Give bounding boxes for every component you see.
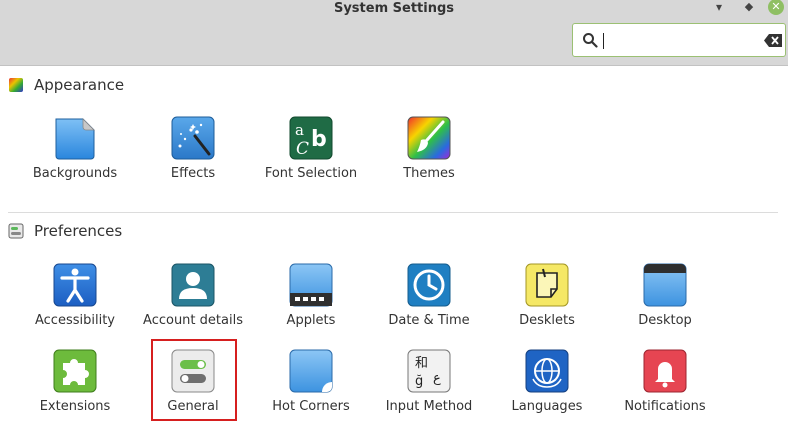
appearance-icon	[9, 78, 23, 92]
search-box[interactable]	[572, 23, 786, 57]
desklets-icon	[525, 263, 569, 307]
item-label: Extensions	[39, 399, 111, 414]
globe-icon	[525, 349, 569, 393]
svg-text:ğ: ğ	[415, 374, 423, 389]
item-label: Effects	[170, 166, 216, 181]
item-font-selection[interactable]: a C b Font Selection	[256, 116, 366, 196]
desktop-icon	[643, 263, 687, 307]
item-label: Hot Corners	[272, 399, 350, 414]
puzzle-icon	[53, 349, 97, 393]
item-notifications[interactable]: Notifications	[610, 349, 720, 429]
maximize-button[interactable]: ◆	[741, 0, 757, 16]
minimize-button[interactable]: ▾	[711, 0, 727, 16]
item-label: Desklets	[519, 313, 575, 328]
item-hot-corners[interactable]: Hot Corners	[256, 349, 366, 429]
svg-text:和: 和	[415, 356, 428, 371]
preferences-icon	[8, 223, 24, 239]
item-account-details[interactable]: Account details	[138, 263, 248, 343]
svg-text:ع: ع	[433, 371, 441, 386]
item-applets[interactable]: Applets	[256, 263, 366, 343]
item-label: Date & Time	[388, 313, 470, 328]
item-accessibility[interactable]: Accessibility	[20, 263, 130, 343]
item-themes[interactable]: Themes	[374, 116, 484, 196]
clear-search-icon[interactable]	[764, 34, 782, 47]
themes-icon	[407, 116, 451, 160]
font-selection-icon: a C b	[289, 116, 333, 160]
bell-icon	[643, 349, 687, 393]
item-label: Account details	[143, 313, 243, 328]
svg-text:b: b	[311, 127, 327, 152]
applets-icon	[289, 263, 333, 307]
effects-icon	[171, 116, 215, 160]
input-method-icon: 和 ğ ع	[407, 349, 451, 393]
item-desklets[interactable]: Desklets	[492, 263, 602, 343]
item-label: Desktop	[638, 313, 692, 328]
titlebar: System Settings ▾ ◆ ✕	[0, 0, 788, 66]
item-label: Notifications	[624, 399, 706, 414]
item-input-method[interactable]: 和 ğ ع Input Method	[374, 349, 484, 429]
account-details-icon	[171, 263, 215, 307]
item-label: Backgrounds	[32, 166, 118, 181]
item-label: Applets	[286, 313, 336, 328]
text-caret	[603, 33, 604, 49]
window-title: System Settings	[333, 1, 455, 16]
section-title: Appearance	[34, 76, 125, 94]
item-effects[interactable]: Effects	[138, 116, 248, 196]
item-extensions[interactable]: Extensions	[20, 349, 130, 429]
item-languages[interactable]: Languages	[492, 349, 602, 429]
item-backgrounds[interactable]: Backgrounds	[20, 116, 130, 196]
item-date-time[interactable]: Date & Time	[374, 263, 484, 343]
search-input[interactable]	[601, 30, 755, 52]
search-icon	[583, 33, 598, 48]
item-label: Font Selection	[264, 166, 358, 181]
section-divider	[8, 212, 778, 213]
hot-corners-icon	[289, 349, 333, 393]
accessibility-icon	[53, 263, 97, 307]
selection-highlight	[151, 339, 237, 421]
item-label: Accessibility	[35, 313, 115, 328]
item-label: Themes	[403, 166, 455, 181]
backgrounds-icon	[55, 118, 95, 160]
item-desktop[interactable]: Desktop	[610, 263, 720, 343]
section-title: Preferences	[34, 222, 123, 240]
item-label: Languages	[511, 399, 583, 414]
svg-text:a: a	[295, 121, 304, 139]
clock-icon	[407, 263, 451, 307]
svg-text:C: C	[296, 139, 309, 159]
item-label: Input Method	[385, 399, 473, 414]
